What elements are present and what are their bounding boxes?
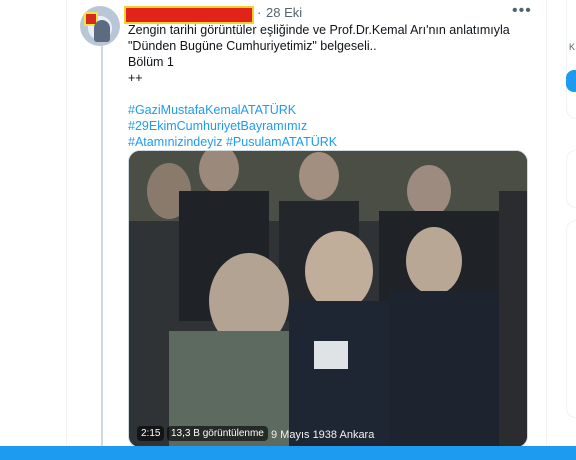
right-sidebar-card xyxy=(566,220,576,418)
right-sidebar-text: K xyxy=(569,42,576,52)
right-sidebar-card xyxy=(566,0,576,119)
tweet-line-1: Zengin tarihi görüntüler eşliğinde ve Pr… xyxy=(128,23,510,37)
timeline-left-border xyxy=(66,0,67,460)
tweet-line-2: "Dünden Bugüne Cumhuriyetimiz" belgeseli… xyxy=(128,39,377,53)
video-view-count: 13,3 B görüntülenme xyxy=(167,426,268,441)
avatar-figure xyxy=(94,20,110,42)
tweet-text: Zengin tarihi görüntüler eşliğinde ve Pr… xyxy=(128,22,538,150)
meta-separator: · xyxy=(257,5,262,20)
hashtag-link[interactable]: #GaziMustafaKemalATATÜRK xyxy=(128,103,296,117)
right-sidebar-card xyxy=(566,150,576,208)
tweet-date[interactable]: 28 Eki xyxy=(266,5,302,20)
thread-connector-line xyxy=(101,46,103,446)
video-player[interactable]: 2:15 13,3 B görüntülenme 9 Mayıs 1938 An… xyxy=(128,150,528,448)
tweet-line-3: Bölüm 1 xyxy=(128,55,174,69)
hashtag-link[interactable]: #Atamınizindeyiz xyxy=(128,135,223,149)
tweet-line-4: ++ xyxy=(128,71,143,85)
video-caption: 9 Mayıs 1938 Ankara xyxy=(271,429,375,441)
avatar[interactable] xyxy=(80,6,120,46)
hashtag-link[interactable]: #29EkimCumhuriyetBayramımız xyxy=(128,119,307,133)
more-options-icon[interactable]: ••• xyxy=(512,2,532,20)
timeline-right-border xyxy=(546,0,547,460)
hashtag-link[interactable]: #PusulamATATÜRK xyxy=(226,135,337,149)
right-sidebar-button[interactable] xyxy=(566,70,576,92)
video-frame xyxy=(129,151,527,447)
video-duration: 2:15 xyxy=(137,426,165,441)
bottom-banner[interactable] xyxy=(0,446,576,460)
